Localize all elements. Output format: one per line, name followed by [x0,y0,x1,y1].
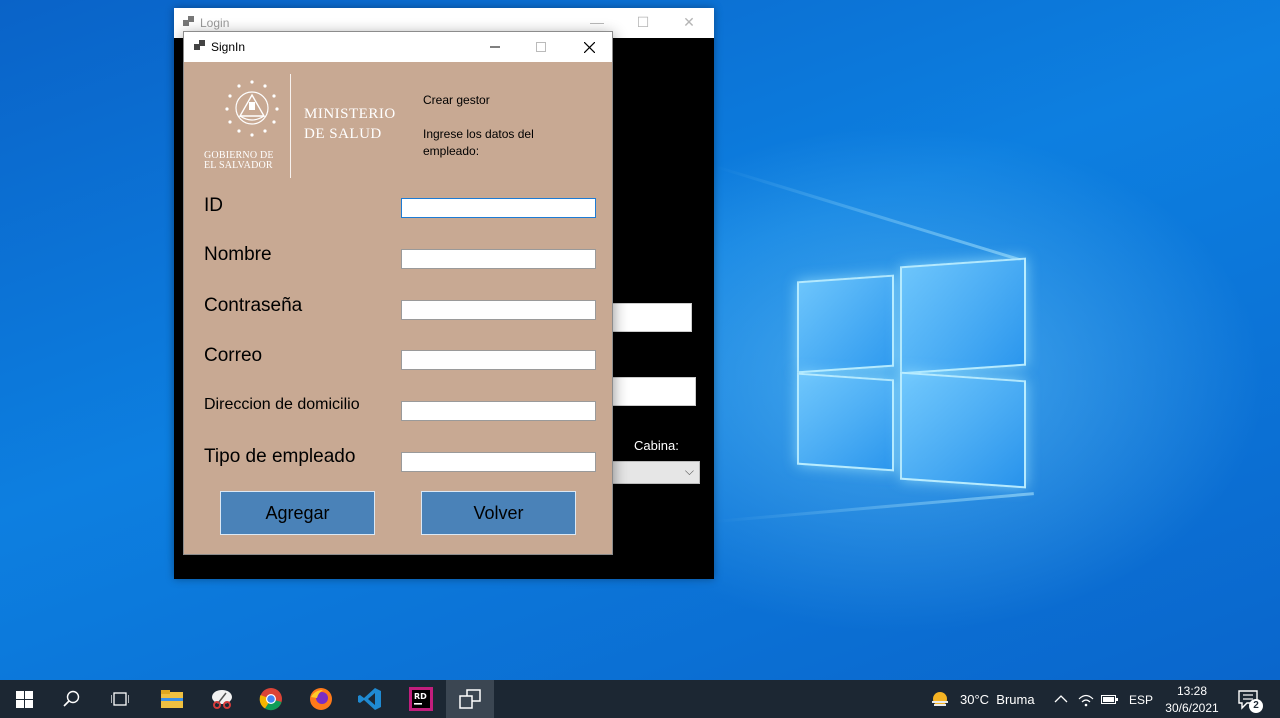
windows-logo-pane [900,257,1026,375]
maximize-button[interactable]: ☐ [620,14,666,31]
snipping-tool-button[interactable] [198,680,246,718]
snipping-tool-icon [212,690,232,709]
chevron-down-icon: ⌵ [684,464,694,478]
contrasena-input[interactable] [401,300,596,320]
login-input[interactable] [612,303,692,332]
weather-text[interactable]: 30°C Bruma [960,692,1035,707]
search-icon [63,690,80,707]
windows-logo-pane [797,372,894,472]
vscode-button[interactable] [346,680,394,718]
el-salvador-emblem-icon [225,80,279,137]
file-explorer-button[interactable] [148,680,196,718]
signin-window-title: SignIn [211,40,246,54]
clock-time[interactable]: 13:28 [1160,684,1224,698]
form-subtitle: Ingrese los datos del empleado: [423,127,534,158]
taskbar: RD 30°C Bruma ESP 13:28 30/6/2021 2 [0,680,1280,718]
windows-logo-pane [797,274,894,374]
svg-text:RD: RD [414,692,427,701]
id-label: ID [204,195,223,216]
rider-button[interactable]: RD [397,680,445,718]
logo-divider [290,74,291,178]
firefox-button[interactable] [297,680,345,718]
close-button[interactable]: ✕ [666,14,712,31]
language-indicator[interactable]: ESP [1129,693,1153,707]
direccion-input[interactable] [401,401,596,421]
task-view-icon [111,692,129,706]
form-title: Crear gestor [423,93,490,107]
app-icon [194,40,206,51]
tipo-empleado-label: Tipo de empleado [204,446,356,467]
task-view-button[interactable] [96,680,144,718]
logo-ministerio-line1: MINISTERIO [304,106,396,122]
minimize-button[interactable]: — [574,14,620,30]
close-icon [583,41,595,53]
nombre-label: Nombre [204,244,272,265]
firefox-icon [310,688,332,710]
maximize-button[interactable] [518,32,564,62]
chrome-icon [259,688,282,711]
agregar-button[interactable]: Agregar [220,491,375,535]
cabina-select[interactable]: ⌵ [612,461,700,484]
login-input[interactable] [612,377,696,406]
signin-window: SignIn GOBIERNO DE EL SALVADOR MINISTERI… [183,31,613,555]
direccion-label: Direccion de domicilio [204,396,360,413]
notification-center-button[interactable]: 2 [1232,680,1272,718]
maximize-icon [536,42,546,52]
notification-count-badge: 2 [1249,699,1263,713]
weather-icon[interactable] [930,689,950,709]
running-app-button[interactable] [446,680,494,718]
app-icon [183,16,195,27]
chevron-up-icon[interactable] [1054,694,1068,704]
signin-titlebar[interactable]: SignIn [184,32,612,62]
minimize-icon [490,46,500,48]
folder-icon [161,690,183,708]
battery-icon[interactable] [1101,694,1119,706]
vscode-icon [358,688,381,710]
login-window-title: Login [200,16,230,30]
logo-gobierno-line2: EL SALVADOR [204,160,273,171]
light-beam [714,492,1034,523]
cabina-label: Cabina: [634,438,679,453]
id-input[interactable] [401,198,596,218]
chrome-button[interactable] [247,680,295,718]
light-beam [714,165,1022,262]
rider-icon: RD [409,687,433,711]
search-button[interactable] [48,680,96,718]
nombre-input[interactable] [401,249,596,269]
windows-start-icon [15,690,33,708]
correo-input[interactable] [401,350,596,370]
wifi-icon[interactable] [1078,693,1094,707]
start-button[interactable] [0,680,48,718]
logo-ministerio-line2: DE SALUD [304,126,382,142]
minimize-button[interactable] [472,32,518,62]
tipo-empleado-input[interactable] [401,452,596,472]
ministerio-logo: GOBIERNO DE EL SALVADOR MINISTERIO DE SA… [200,74,410,180]
contrasena-label: Contraseña [204,295,303,316]
windows-logo-pane [900,371,1026,489]
volver-button[interactable]: Volver [421,491,576,535]
app-windows-icon [459,689,481,709]
clock-date[interactable]: 30/6/2021 [1156,701,1228,715]
close-button[interactable] [566,32,612,62]
correo-label: Correo [204,345,263,366]
